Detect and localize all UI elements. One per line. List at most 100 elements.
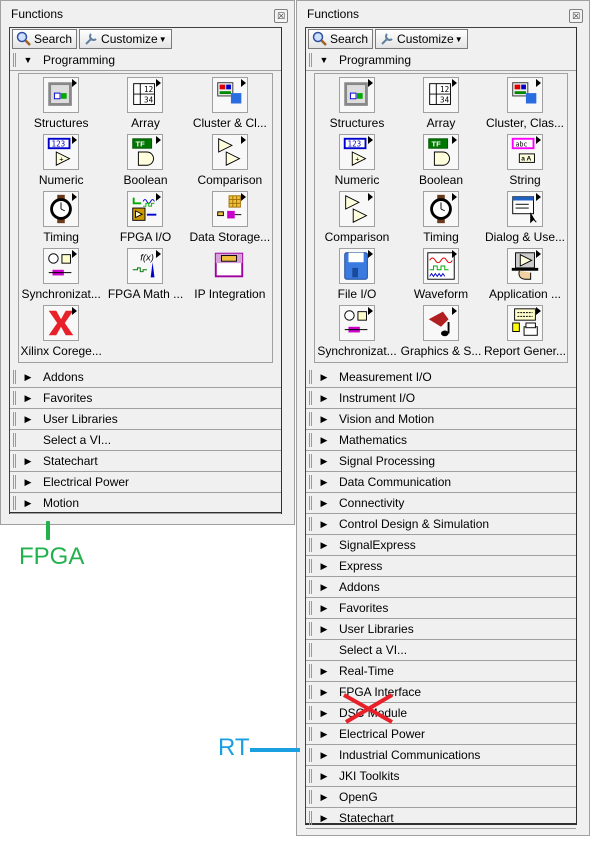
palette-item-ip-integration[interactable]: IP Integration — [188, 248, 272, 305]
palette-item-cluster-cl[interactable]: Cluster & Cl... — [188, 77, 272, 134]
palette-item-array[interactable]: 12 34 Array — [399, 77, 483, 134]
drag-grip-icon[interactable] — [309, 475, 312, 489]
palette-item-boolean[interactable]: TF Boolean — [103, 134, 187, 191]
palette-item-numeric[interactable]: 123 + Numeric — [19, 134, 103, 191]
palette-item-timing[interactable]: Timing — [19, 191, 103, 248]
palette-item-timing[interactable]: Timing — [399, 191, 483, 248]
category-statechart[interactable]: ▶ Statechart — [306, 808, 576, 829]
category-user-libraries[interactable]: ▶ User Libraries — [10, 409, 281, 430]
drag-grip-icon[interactable] — [309, 601, 312, 615]
palette-item-array[interactable]: 12 34 Array — [103, 77, 187, 134]
category-vision-and-motion[interactable]: ▶ Vision and Motion — [306, 409, 576, 430]
drag-grip-icon[interactable] — [309, 622, 312, 636]
drag-grip-icon[interactable] — [13, 475, 16, 489]
palette-item-label: Graphics & S... — [400, 344, 482, 358]
drag-grip-icon[interactable] — [309, 517, 312, 531]
drag-grip-icon[interactable] — [13, 53, 16, 67]
drag-grip-icon[interactable] — [309, 748, 312, 762]
drag-grip-icon[interactable] — [309, 53, 312, 67]
category-select-a-vi[interactable]: Select a VI... — [10, 430, 281, 451]
category-dsc-module[interactable]: ▶ DSC Module — [306, 703, 576, 724]
search-button[interactable]: Search — [308, 29, 374, 49]
category-statechart[interactable]: ▶ Statechart — [10, 451, 281, 472]
drag-grip-icon[interactable] — [309, 580, 312, 594]
palette-item-fpga-i-o[interactable]: FPGA I/O — [103, 191, 187, 248]
category-instrument-i-o[interactable]: ▶ Instrument I/O — [306, 388, 576, 409]
palette-item-label: FPGA Math ... — [107, 287, 184, 301]
close-button[interactable]: ☒ — [274, 9, 288, 23]
drag-grip-icon[interactable] — [309, 643, 312, 657]
drag-grip-icon[interactable] — [309, 706, 312, 720]
drag-grip-icon[interactable] — [309, 412, 312, 426]
category-addons[interactable]: ▶ Addons — [306, 577, 576, 598]
palette-item-fpga-math[interactable]: f(x) FPGA Math ... — [103, 248, 187, 305]
category-programming[interactable]: ▼ Programming — [10, 50, 281, 71]
drag-grip-icon[interactable] — [309, 769, 312, 783]
category-favorites[interactable]: ▶ Favorites — [306, 598, 576, 619]
drag-grip-icon[interactable] — [309, 727, 312, 741]
palette-item-boolean[interactable]: TF Boolean — [399, 134, 483, 191]
category-fpga-interface[interactable]: ▶ FPGA Interface — [306, 682, 576, 703]
palette-item-waveform[interactable]: Waveform — [399, 248, 483, 305]
category-favorites[interactable]: ▶ Favorites — [10, 388, 281, 409]
drag-grip-icon[interactable] — [309, 811, 312, 825]
palette-item-comparison[interactable]: Comparison — [188, 134, 272, 191]
drag-grip-icon[interactable] — [309, 496, 312, 510]
category-express[interactable]: ▶ Express — [306, 556, 576, 577]
category-user-libraries[interactable]: ▶ User Libraries — [306, 619, 576, 640]
drag-grip-icon[interactable] — [309, 790, 312, 804]
category-connectivity[interactable]: ▶ Connectivity — [306, 493, 576, 514]
category-openg[interactable]: ▶ OpenG — [306, 787, 576, 808]
close-button[interactable]: ☒ — [569, 9, 583, 23]
palette-item-data-storage[interactable]: Data Storage... — [188, 191, 272, 248]
category-programming[interactable]: ▼ Programming — [306, 50, 576, 71]
drag-grip-icon[interactable] — [309, 685, 312, 699]
palette-item-synchronizat[interactable]: Synchronizat... — [19, 248, 103, 305]
drag-grip-icon[interactable] — [309, 370, 312, 384]
drag-grip-icon[interactable] — [309, 454, 312, 468]
category-addons[interactable]: ▶ Addons — [10, 367, 281, 388]
drag-grip-icon[interactable] — [309, 559, 312, 573]
palette-item-string[interactable]: abc a A String — [483, 134, 567, 191]
palette-item-label: Array — [426, 116, 456, 130]
category-real-time[interactable]: ▶ Real-Time — [306, 661, 576, 682]
palette-item-file-i-o[interactable]: File I/O — [315, 248, 399, 305]
palette-item-dialog-use[interactable]: Dialog & Use... — [483, 191, 567, 248]
category-measurement-i-o[interactable]: ▶ Measurement I/O — [306, 367, 576, 388]
category-industrial-communications[interactable]: ▶ Industrial Communications — [306, 745, 576, 766]
palette-item-comparison[interactable]: Comparison — [315, 191, 399, 248]
drag-grip-icon[interactable] — [309, 433, 312, 447]
drag-grip-icon[interactable] — [13, 496, 16, 510]
palette-item-report-gener[interactable]: Report Gener... — [483, 305, 567, 362]
palette-item-synchronizat[interactable]: Synchronizat... — [315, 305, 399, 362]
category-label: Signal Processing — [339, 454, 436, 468]
customize-button[interactable]: Customize ▼ — [79, 29, 172, 49]
category-data-communication[interactable]: ▶ Data Communication — [306, 472, 576, 493]
category-signalexpress[interactable]: ▶ SignalExpress — [306, 535, 576, 556]
search-button[interactable]: Search — [12, 29, 78, 49]
category-electrical-power[interactable]: ▶ Electrical Power — [306, 724, 576, 745]
drag-grip-icon[interactable] — [309, 391, 312, 405]
palette-item-structures[interactable]: Structures — [19, 77, 103, 134]
category-electrical-power[interactable]: ▶ Electrical Power — [10, 472, 281, 493]
drag-grip-icon[interactable] — [13, 370, 16, 384]
palette-item-xilinx-corege[interactable]: Xilinx Corege... — [19, 305, 103, 362]
palette-item-numeric[interactable]: 123 + Numeric — [315, 134, 399, 191]
drag-grip-icon[interactable] — [309, 664, 312, 678]
category-mathematics[interactable]: ▶ Mathematics — [306, 430, 576, 451]
drag-grip-icon[interactable] — [13, 433, 16, 447]
palette-item-application[interactable]: Application ... — [483, 248, 567, 305]
palette-item-graphics-s[interactable]: Graphics & S... — [399, 305, 483, 362]
customize-button[interactable]: Customize ▼ — [375, 29, 468, 49]
drag-grip-icon[interactable] — [13, 412, 16, 426]
category-jki-toolkits[interactable]: ▶ JKI Toolkits — [306, 766, 576, 787]
category-motion[interactable]: ▶ Motion — [10, 493, 281, 514]
drag-grip-icon[interactable] — [13, 454, 16, 468]
palette-item-cluster-clas[interactable]: Cluster, Clas... — [483, 77, 567, 134]
palette-item-structures[interactable]: Structures — [315, 77, 399, 134]
category-select-a-vi[interactable]: Select a VI... — [306, 640, 576, 661]
category-signal-processing[interactable]: ▶ Signal Processing — [306, 451, 576, 472]
drag-grip-icon[interactable] — [309, 538, 312, 552]
category-control-design-simulation[interactable]: ▶ Control Design & Simulation — [306, 514, 576, 535]
drag-grip-icon[interactable] — [13, 391, 16, 405]
